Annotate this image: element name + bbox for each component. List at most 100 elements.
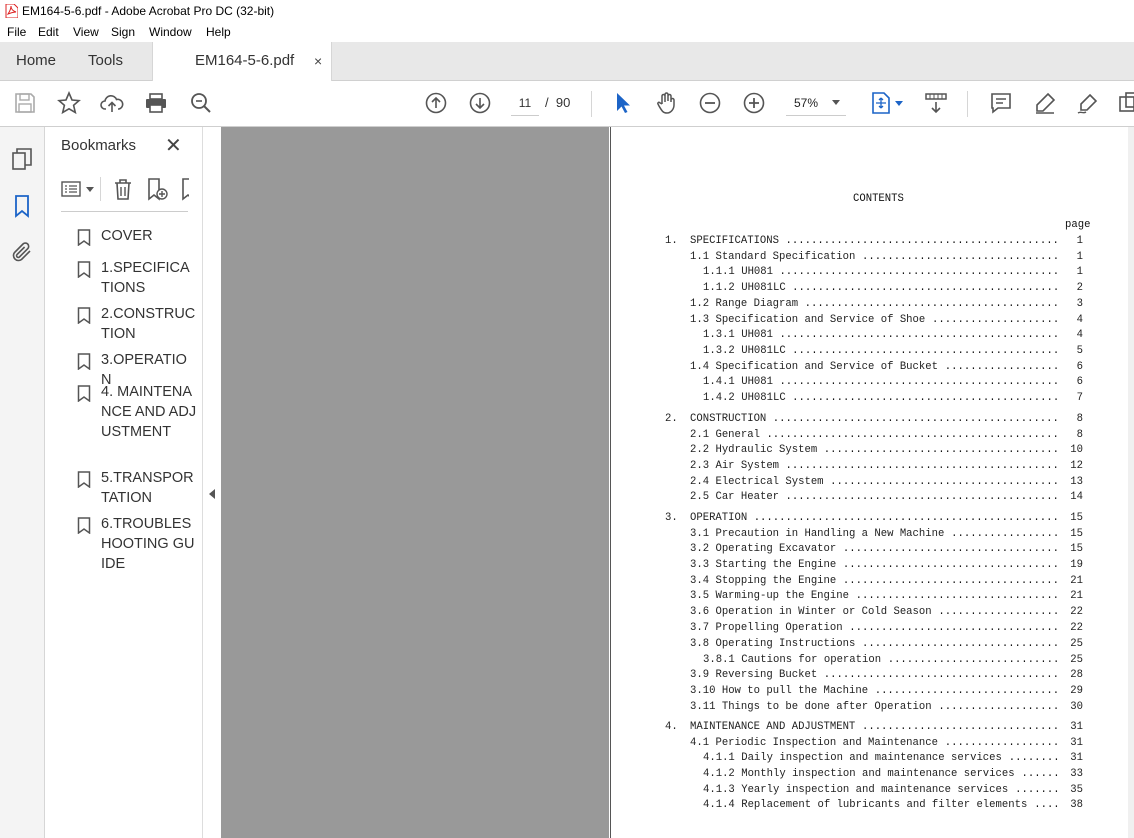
comment-icon[interactable] xyxy=(989,91,1013,115)
menu-help[interactable]: Help xyxy=(206,25,231,39)
toc-row: 3. OPERATION.............................… xyxy=(611,512,1131,526)
toc-row: 1. SPECIFICATIONS........................… xyxy=(611,235,1131,249)
zoom-in-icon[interactable] xyxy=(742,91,766,115)
toc-number: 3.10 xyxy=(690,685,716,697)
toc-page-number: 25 xyxy=(1070,654,1083,666)
toc-page-number: 25 xyxy=(1070,638,1083,650)
toc-page-number: 21 xyxy=(1070,575,1083,587)
menu-sign[interactable]: Sign xyxy=(111,25,135,39)
toc-title: Hydraulic System xyxy=(715,444,818,456)
toc-title: Replacement of lubricants and filter ele… xyxy=(741,799,1028,811)
bookmarks-toolbar xyxy=(45,173,202,213)
menu-bar: File Edit View Sign Window Help xyxy=(0,22,1134,42)
close-tab-icon[interactable]: × xyxy=(314,42,322,80)
toc-number: 2.1 xyxy=(690,429,710,441)
toc-title: SPECIFICATIONS xyxy=(690,235,780,247)
tab-tools[interactable]: Tools xyxy=(88,42,123,80)
toc-title: Specification and Service of Shoe xyxy=(715,314,926,326)
toc-number: 1. xyxy=(665,235,678,247)
toc-row: 1.3 Specification and Service of Shoe....… xyxy=(611,314,1131,328)
bookmarks-panel-icon[interactable] xyxy=(10,194,34,218)
sign-pen-icon[interactable] xyxy=(1076,91,1100,115)
delete-bookmark-icon[interactable] xyxy=(111,177,135,201)
toc-leader-dots: ........................................… xyxy=(932,314,1058,326)
expand-bookmark-icon[interactable] xyxy=(179,177,189,201)
toc-row: 3.5 Warming-up the Engine................… xyxy=(611,590,1131,604)
panel-splitter[interactable] xyxy=(202,127,221,838)
menu-file[interactable]: File xyxy=(7,25,26,39)
pdf-page: CONTENTS page 1. SPECIFICATIONS..........… xyxy=(610,127,1131,838)
toc-row: 3.6 Operation in Winter or Cold Season...… xyxy=(611,606,1131,620)
toc-title: Things to be done after Operation xyxy=(721,701,932,713)
bookmark-options-icon[interactable] xyxy=(60,177,84,201)
highlight-pen-icon[interactable] xyxy=(1033,91,1057,115)
toc-leader-dots: ........................................… xyxy=(944,361,1058,373)
fit-page-dropdown-icon[interactable] xyxy=(895,101,903,106)
bookmark-label: 1.SPECIFICATIONS xyxy=(101,260,190,296)
toc-page-number: 31 xyxy=(1070,752,1083,764)
bookmark-options-dropdown-icon[interactable] xyxy=(86,187,94,192)
toc-title: General xyxy=(715,429,760,441)
tab-document[interactable]: EM164-5-6.pdf × xyxy=(152,42,332,81)
toc-title: How to pull the Machine xyxy=(721,685,869,697)
zoom-search-icon[interactable] xyxy=(189,91,213,115)
print-icon[interactable] xyxy=(144,91,168,115)
zoom-level-select[interactable]: 57% xyxy=(786,91,846,116)
more-tools-icon[interactable] xyxy=(1118,91,1134,115)
toc-row: 4.1.3 Yearly inspection and maintenance s… xyxy=(611,784,1131,798)
toc-number: 1.1.1 xyxy=(703,266,735,278)
toc-number: 3.6 xyxy=(690,606,710,618)
add-bookmark-icon[interactable] xyxy=(145,177,169,201)
menu-view[interactable]: View xyxy=(73,25,99,39)
toc-title: Range Diagram xyxy=(715,298,799,310)
toc-page-number: 1 xyxy=(1076,266,1083,278)
toc-title: Periodic Inspection and Maintenance xyxy=(715,737,938,749)
bookmark-icon xyxy=(77,307,91,324)
toc-page-number: 31 xyxy=(1070,721,1083,733)
menu-window[interactable]: Window xyxy=(149,25,192,39)
save-icon[interactable] xyxy=(13,91,37,115)
close-icon[interactable]: ✕ xyxy=(165,133,182,158)
tab-home[interactable]: Home xyxy=(16,42,56,80)
fit-page-icon[interactable] xyxy=(869,91,893,115)
next-page-icon[interactable] xyxy=(468,91,492,115)
toc-leader-dots: ........................................… xyxy=(1015,784,1058,796)
toc-row: 2. CONSTRUCTION..........................… xyxy=(611,413,1131,427)
hand-tool-icon[interactable] xyxy=(654,91,678,115)
toc-number: 2.3 xyxy=(690,460,710,472)
toc-title: UH081 xyxy=(741,266,774,278)
toc-page-number: 38 xyxy=(1070,799,1083,811)
attachments-icon[interactable] xyxy=(10,240,34,264)
toc-page-number: 3 xyxy=(1076,298,1083,310)
toc-row: 1.1.2 UH081LC............................… xyxy=(611,282,1131,296)
zoom-out-icon[interactable] xyxy=(698,91,722,115)
toc-number: 1.3 xyxy=(690,314,710,326)
bookmark-label: 5.TRANSPORTATION xyxy=(101,470,194,506)
toc-title: Operation in Winter or Cold Season xyxy=(715,606,932,618)
toc-page-number: 13 xyxy=(1070,476,1083,488)
select-cursor-icon[interactable] xyxy=(610,91,634,115)
toc-row: 3.1 Precaution in Handling a New Machine.… xyxy=(611,528,1131,542)
scroll-mode-icon[interactable] xyxy=(924,91,948,115)
page-thumbnails-icon[interactable] xyxy=(10,147,34,171)
toc-number: 1.1 xyxy=(690,251,710,263)
star-icon[interactable] xyxy=(57,91,81,115)
toc-leader-dots: ........................................… xyxy=(938,701,1058,713)
vertical-scrollbar[interactable] xyxy=(1128,127,1134,838)
toolbar-divider xyxy=(100,177,101,201)
toc-page-number: 12 xyxy=(1070,460,1083,472)
previous-page-icon[interactable] xyxy=(424,91,448,115)
toc-number: 3.1 xyxy=(690,528,710,540)
page-number-input[interactable]: 11 xyxy=(511,91,539,116)
title-bar: EM164-5-6.pdf - Adobe Acrobat Pro DC (32… xyxy=(0,0,1134,22)
bookmark-icon xyxy=(77,353,91,370)
toc-leader-dots: ........................................… xyxy=(766,429,1058,441)
collapse-panel-icon[interactable] xyxy=(209,489,215,499)
toc-page-number: 19 xyxy=(1070,559,1083,571)
menu-edit[interactable]: Edit xyxy=(38,25,59,39)
toc-number: 4.1.4 xyxy=(703,799,735,811)
toc-title: UH081 xyxy=(741,376,774,388)
acrobat-icon xyxy=(5,4,18,18)
cloud-upload-icon[interactable] xyxy=(100,91,124,115)
toc-number: 1.1.2 xyxy=(703,282,735,294)
